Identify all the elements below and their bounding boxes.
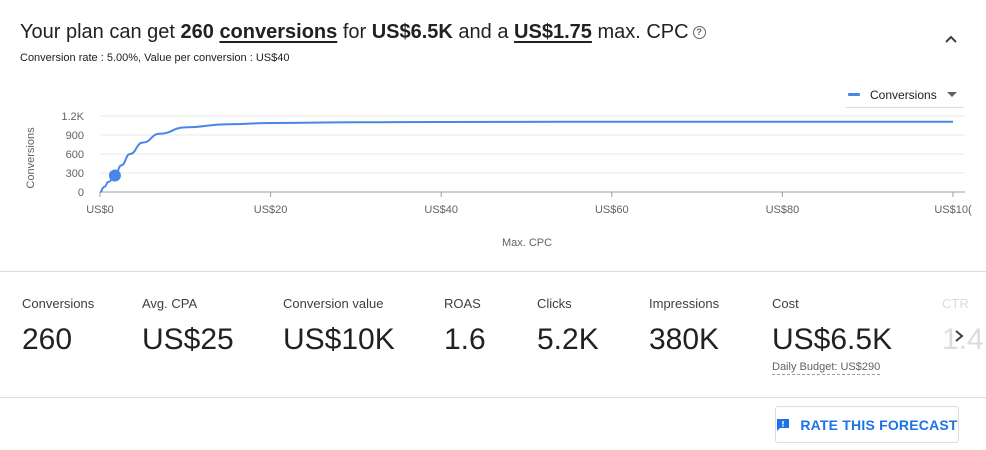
metric-value: 5.2K <box>537 323 599 356</box>
y-tick-label: 0 <box>78 187 84 199</box>
help-icon[interactable]: ? <box>692 26 706 39</box>
x-tick-label: US$10( <box>934 204 972 216</box>
section-divider-bottom <box>0 397 986 398</box>
headline-cost: US$6.5K <box>371 21 453 43</box>
series-color-swatch <box>848 93 860 96</box>
metric-label: Conversion value <box>283 296 384 311</box>
feedback-icon <box>777 418 790 431</box>
rate-forecast-label: RATE THIS FORECAST <box>800 416 958 433</box>
forecast-chart[interactable]: 1.2K9006003000 US$0 US$20 US$40 US$60 US$80 U… <box>0 100 986 260</box>
metric-roas[interactable]: ROAS 1.6 <box>444 296 486 357</box>
rate-forecast-button[interactable]: RATE THIS FORECAST <box>775 406 959 443</box>
headline-conversions-number: 260 <box>180 21 214 43</box>
metric-label: Clicks <box>537 296 572 311</box>
headline-text-cpc: max. CPC <box>591 21 689 43</box>
chevron-right-icon[interactable] <box>952 328 966 344</box>
metric-impressions[interactable]: Impressions 380K <box>649 296 719 357</box>
series-line-conversions <box>99 120 953 193</box>
metric-label: Avg. CPA <box>142 296 198 311</box>
caret-down-icon <box>946 92 957 97</box>
headline-text-and: and a <box>452 21 515 43</box>
metric-avg-cpa[interactable]: Avg. CPA US$25 <box>142 296 234 357</box>
headline-conversions-link[interactable]: conversions <box>219 21 337 43</box>
metric-conversion-value[interactable]: Conversion value US$10K <box>283 296 395 357</box>
headline-text-pre: Your plan can get <box>20 21 181 43</box>
chart-x-ticks: US$0 US$20 US$40 US$60 US$80 US$10( <box>86 192 972 216</box>
y-tick-label: 1.2K <box>61 111 84 123</box>
metric-value: US$25 <box>142 323 234 356</box>
y-tick-label: 300 <box>66 168 84 180</box>
metric-clicks[interactable]: Clicks 5.2K <box>537 296 599 357</box>
chart-y-ticks: 1.2K 900 600 300 0 <box>61 111 84 199</box>
section-divider-top <box>0 271 986 272</box>
metric-value: US$10K <box>283 323 395 356</box>
y-tick-label: 900 <box>66 130 84 142</box>
x-tick-label: US$40 <box>424 204 458 216</box>
metric-ctr[interactable]: CTR 1.4 <box>942 296 986 357</box>
selected-point-marker <box>108 169 121 182</box>
metric-label: Impressions <box>649 296 720 311</box>
x-tick-label: US$80 <box>766 204 800 216</box>
x-tick-label: US$20 <box>254 204 288 216</box>
y-axis-label: Conversions <box>25 127 37 189</box>
metric-label: ROAS <box>444 296 481 311</box>
conversion-rate-summary: Conversion rate : 5.00%, Value per conve… <box>20 52 290 64</box>
y-tick-label: 600 <box>66 149 84 161</box>
metric-label: Cost <box>772 296 799 311</box>
x-tick-label: US$0 <box>86 204 114 216</box>
metrics-row: Conversions 260 Avg. CPA US$25 Conversio… <box>0 296 986 376</box>
forecast-headline: Your plan can get 260 conversions for US… <box>20 20 960 44</box>
metric-value: US$6.5K <box>772 323 893 356</box>
metric-label: CTR <box>942 296 969 311</box>
x-tick-label: US$60 <box>595 204 629 216</box>
headline-cpc-link[interactable]: US$1.75 <box>514 21 592 43</box>
headline-text-for: for <box>337 21 372 43</box>
metric-value: 260 <box>22 323 73 356</box>
chevron-up-icon[interactable] <box>940 28 962 50</box>
metric-conversions[interactable]: Conversions 260 <box>22 296 94 357</box>
metric-value: 380K <box>649 323 720 356</box>
daily-budget-link[interactable]: Daily Budget: US$290 <box>772 361 881 375</box>
metric-label: Conversions <box>22 296 95 311</box>
x-axis-label: Max. CPC <box>502 237 552 249</box>
chart-gridlines <box>100 115 965 193</box>
forecast-header: Your plan can get 260 conversions for US… <box>20 20 960 64</box>
metric-cost[interactable]: Cost US$6.5K Daily Budget: US$290 <box>772 296 892 375</box>
metric-value: 1.6 <box>444 323 486 356</box>
